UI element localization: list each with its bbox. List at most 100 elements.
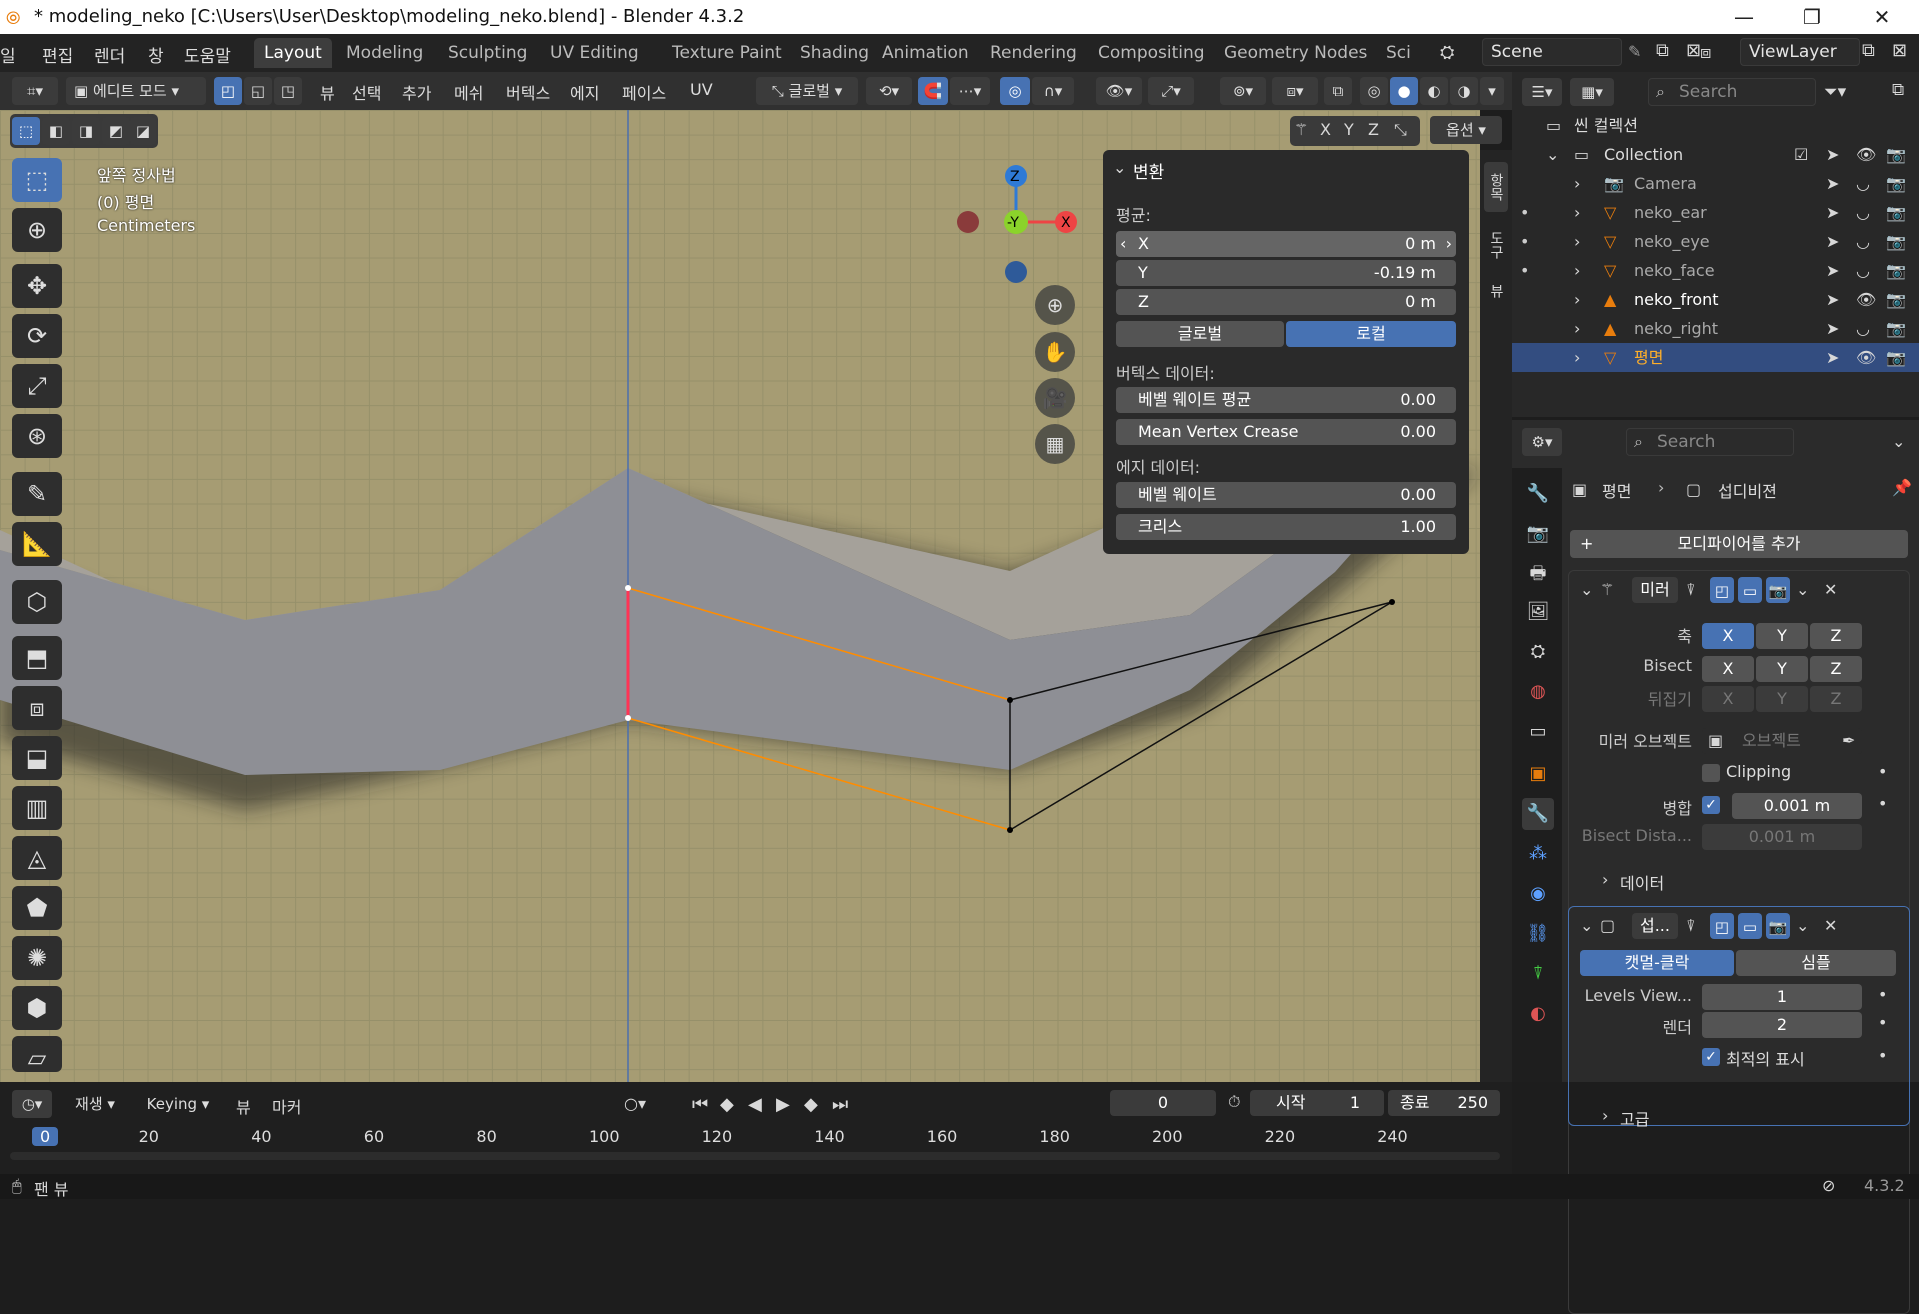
pin-icon[interactable]: 📌	[1892, 478, 1912, 497]
wireframe-shading[interactable]: ◎	[1360, 77, 1388, 105]
particles-tab-icon[interactable]: ⁂	[1522, 838, 1554, 870]
visibility-button[interactable]: 👁▾	[1096, 77, 1142, 105]
collapse-subsurf-icon[interactable]: ⌄	[1580, 916, 1593, 935]
bevel-weight-field[interactable]: 베벨 웨이트 0.00	[1116, 482, 1456, 508]
keyframe-dot-icon[interactable]: •	[1878, 985, 1887, 1004]
tab-item[interactable]: 항목	[1484, 162, 1508, 212]
select-arrow-icon[interactable]: ➤	[1826, 314, 1839, 343]
modifier-tab-icon[interactable]: 🔧	[1522, 798, 1554, 830]
output-tab-icon[interactable]: 🖶	[1522, 558, 1554, 590]
median-x-field[interactable]: X0 m ‹ ›	[1116, 231, 1456, 257]
playback-menu[interactable]: 재생 ▾	[60, 1090, 130, 1118]
measure-icon[interactable]: 📐	[12, 522, 62, 566]
rendered-shading[interactable]: ◑	[1450, 77, 1478, 105]
edit-cage-icon[interactable]: ⍒	[1686, 916, 1696, 936]
constraints-tab-icon[interactable]: ⛓	[1522, 918, 1554, 950]
bevel-weight-mean-field[interactable]: 베벨 웨이트 평균 0.00	[1116, 387, 1456, 413]
tab-workspace[interactable]: Geometry Nodes	[1214, 38, 1377, 68]
select-arrow-icon[interactable]: ➤	[1826, 169, 1839, 198]
mean-vertex-crease-field[interactable]: Mean Vertex Crease 0.00	[1116, 419, 1456, 445]
select-subtract-icon[interactable]: ◨	[72, 117, 100, 145]
annotate-icon[interactable]: ✎	[12, 472, 62, 516]
shear-icon[interactable]: ▱	[12, 1036, 62, 1072]
collection-tab-icon[interactable]: ▭	[1522, 716, 1554, 748]
data-tab-icon[interactable]: ⍒	[1522, 958, 1554, 990]
select-new-icon[interactable]: ⬚	[12, 117, 40, 145]
material-shading[interactable]: ◐	[1420, 77, 1448, 105]
falloff-button[interactable]: ∩▾	[1032, 77, 1074, 105]
crease-field[interactable]: 크리스 1.00	[1116, 514, 1456, 540]
inset-icon[interactable]: ⧈	[12, 686, 62, 730]
decrement-icon[interactable]: ‹	[1120, 231, 1126, 257]
proportional-edit-toggle[interactable]: ◎	[1000, 77, 1030, 105]
flip-z[interactable]: Z	[1810, 686, 1862, 712]
tab-workspace[interactable]: Shading	[790, 38, 879, 68]
menu-item[interactable]: 편집	[42, 42, 73, 67]
render-camera-icon[interactable]: 📷	[1886, 140, 1906, 169]
minimize-button[interactable]: —	[1714, 2, 1774, 32]
scene-selector[interactable]: Scene	[1482, 38, 1622, 66]
select-box-icon[interactable]: ⬚	[12, 158, 62, 202]
pin-icon[interactable]: ✎	[1628, 42, 1641, 61]
eye-icon[interactable]: ◡	[1856, 256, 1870, 285]
camera-view-icon[interactable]: 🎥	[1035, 378, 1075, 418]
chevron-down-icon[interactable]: ⌄	[1892, 432, 1905, 451]
close-button[interactable]: ✕	[1852, 2, 1912, 32]
select-invert-icon[interactable]: ◩	[102, 117, 130, 145]
local-toggle[interactable]: 로컬	[1286, 321, 1456, 347]
bevel-icon[interactable]: ⬓	[12, 736, 62, 780]
levels-viewport-field[interactable]: 1	[1702, 984, 1862, 1010]
navigation-gizmo[interactable]: Z -Y X	[950, 160, 1090, 290]
menu-item[interactable]: 일	[0, 42, 16, 67]
merge-distance-field[interactable]: 0.001 m	[1732, 793, 1862, 819]
delete-scene-icon[interactable]: ⊠	[1686, 40, 1701, 61]
render-levels-field[interactable]: 2	[1702, 1012, 1862, 1038]
menu-item[interactable]: 렌더	[94, 42, 125, 67]
tab-workspace[interactable]: Sci	[1376, 38, 1421, 68]
smooth-icon[interactable]: ⬢	[12, 986, 62, 1030]
viewport-toggle-icon[interactable]: ▭	[1738, 913, 1762, 939]
tab-workspace[interactable]: Compositing	[1088, 38, 1215, 68]
shading-options[interactable]: ▾	[1480, 77, 1504, 105]
material-tab-icon[interactable]: ◐	[1522, 998, 1554, 1030]
modifier-menu-icon[interactable]: ⌄	[1796, 580, 1809, 599]
mesh-edit-overlay-button[interactable]: ⧈▾	[1272, 77, 1318, 105]
play-icon[interactable]: ▶	[776, 1094, 790, 1115]
mirror-object-field[interactable]: 오브젝트	[1702, 728, 1862, 754]
render-camera-icon[interactable]: 📷	[1886, 198, 1906, 227]
new-scene-icon[interactable]: ⧉	[1656, 40, 1669, 61]
symmetry-z[interactable]: Z	[1368, 120, 1379, 139]
render-camera-icon[interactable]: 📷	[1886, 169, 1906, 198]
viewport-menu-item[interactable]: 추가	[402, 80, 431, 104]
physics-tab-icon[interactable]: ◉	[1522, 878, 1554, 910]
bisect-y[interactable]: Y	[1756, 656, 1808, 682]
play-reverse-icon[interactable]: ◀	[748, 1094, 762, 1115]
properties-search[interactable]: Search	[1626, 428, 1794, 456]
eyedropper-icon[interactable]: ✒	[1842, 731, 1855, 750]
zoom-icon[interactable]: ⊕	[1035, 285, 1075, 325]
jump-start-icon[interactable]: ⏮	[692, 1094, 708, 1115]
marker-menu[interactable]: 마커	[272, 1094, 301, 1118]
bisect-z[interactable]: Z	[1810, 656, 1862, 682]
start-frame-field[interactable]: 시작 1	[1250, 1090, 1384, 1116]
view-layer-selector[interactable]: ViewLayer	[1740, 38, 1860, 66]
optimal-display-checkbox[interactable]: ✓	[1702, 1048, 1720, 1066]
bisect-x[interactable]: X	[1702, 656, 1754, 682]
display-mode-button[interactable]: ▦▾	[1570, 78, 1614, 106]
simple-toggle[interactable]: 심플	[1736, 950, 1896, 976]
loop-cut-icon[interactable]: ▥	[12, 786, 62, 830]
tool-tab-icon[interactable]: 🔧	[1522, 478, 1554, 510]
increment-icon[interactable]: ›	[1446, 231, 1452, 257]
current-frame-field[interactable]: 0	[1110, 1090, 1216, 1116]
view-menu[interactable]: 뷰	[236, 1094, 251, 1118]
vertex-select-button[interactable]: ◰	[214, 77, 242, 105]
keyframe-dot-icon[interactable]: •	[1878, 1046, 1887, 1065]
prev-keyframe-icon[interactable]: ◆	[720, 1094, 734, 1115]
outliner-row[interactable]: › ▽ 평면 ➤ 👁 📷	[1512, 343, 1919, 372]
properties-editor-type[interactable]: ⚙▾	[1522, 428, 1562, 456]
cursor-icon[interactable]: ⊕	[12, 208, 62, 252]
merge-checkbox[interactable]: ✓	[1702, 796, 1720, 814]
vertex[interactable]	[1007, 827, 1013, 833]
timeline-editor-type[interactable]: ◷▾	[12, 1090, 52, 1118]
world-tab-icon[interactable]: ◍	[1522, 676, 1554, 708]
